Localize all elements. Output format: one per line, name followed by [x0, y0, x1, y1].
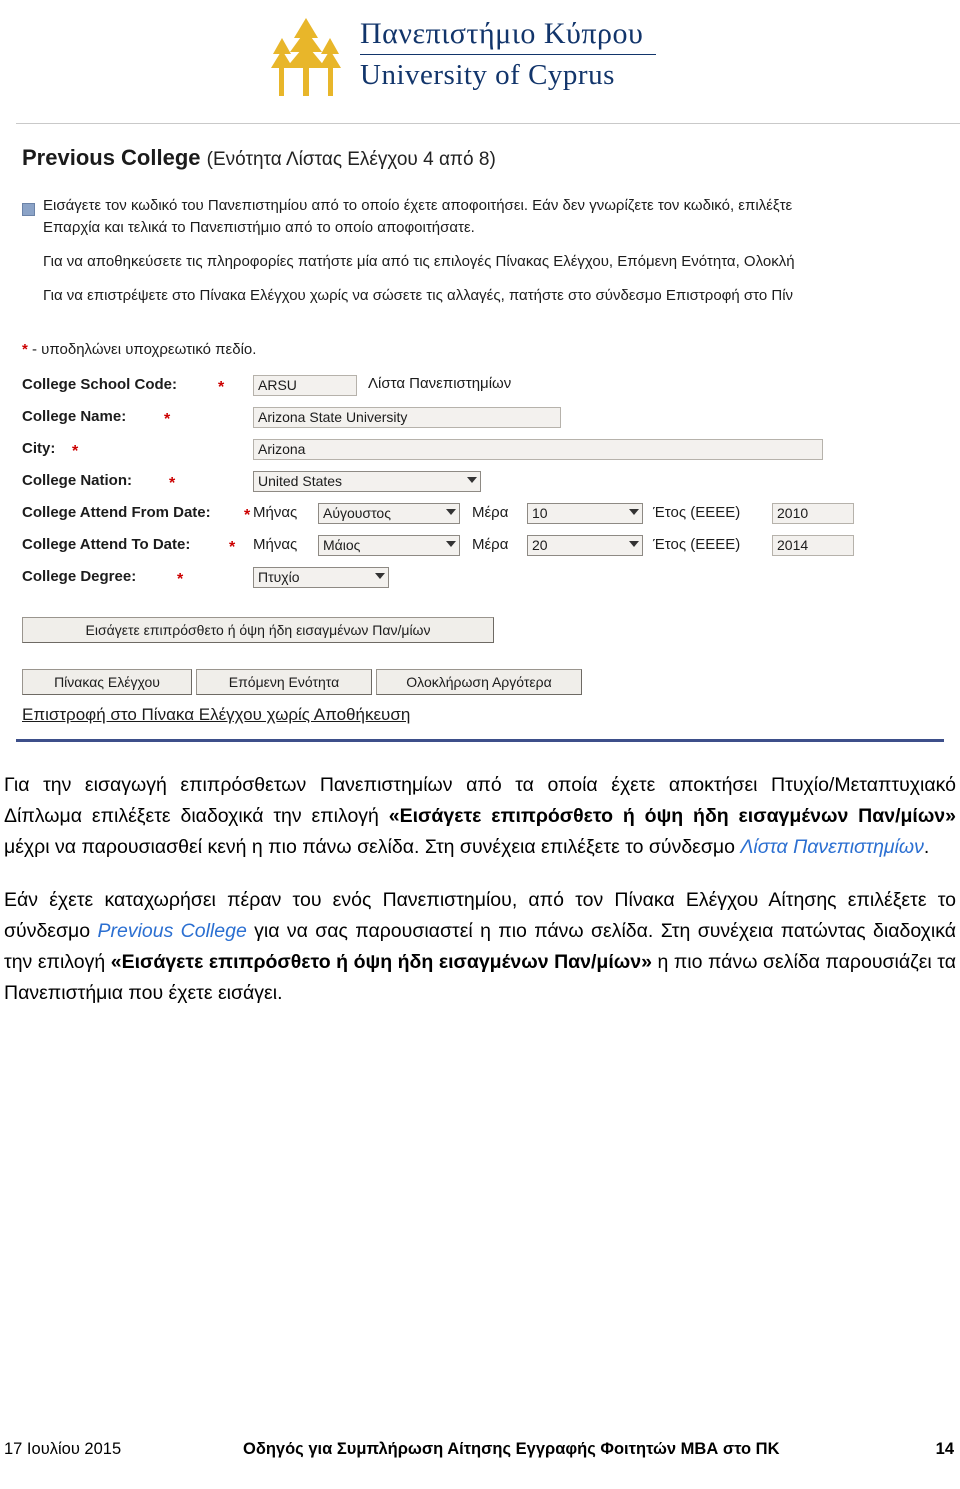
tree-logo-icon: [271, 18, 341, 96]
required-star-icon: *: [22, 341, 28, 358]
input-city[interactable]: Arizona: [253, 439, 823, 460]
page-title-main: Previous College: [22, 145, 201, 170]
select-from-day[interactable]: 10: [527, 503, 643, 524]
screenshot-bottom-divider: [16, 739, 944, 742]
required-star-college-nation: *: [169, 475, 176, 492]
return-without-saving-link[interactable]: Επιστροφή στο Πίνακα Ελέγχου χωρίς Αποθή…: [22, 705, 410, 725]
required-star-attend-to: *: [229, 539, 236, 556]
select-to-day-value: 20: [532, 537, 548, 553]
required-star-city: *: [72, 443, 79, 460]
chevron-down-icon: [446, 509, 456, 515]
chevron-down-icon: [629, 509, 639, 515]
dashboard-button[interactable]: Πίνακας Ελέγχου: [22, 669, 192, 695]
paragraph-1: Για την εισαγωγή επιπρόσθετων Πανεπιστημ…: [4, 770, 956, 863]
input-college-name[interactable]: Arizona State University: [253, 407, 561, 428]
add-more-colleges-button[interactable]: Εισάγετε επιπρόσθετο ή όψη ήδη εισαγμένω…: [22, 617, 494, 643]
select-degree-value: Πτυχίο: [258, 569, 300, 585]
university-logo: Πανεπιστήμιο Κύπρου University of Cyprus: [258, 8, 668, 108]
label-city: City:: [22, 440, 56, 457]
label-attend-to: College Attend To Date:: [22, 536, 191, 553]
select-from-day-value: 10: [532, 505, 548, 521]
instruction-line-2: Επαρχία και τελικά το Πανεπιστήμιο από τ…: [43, 219, 475, 236]
page-title: Previous College (Ενότητα Λίστας Ελέγχου…: [22, 145, 496, 171]
bullet-square-icon: [22, 203, 35, 216]
p2-link: Previous College: [97, 920, 247, 942]
embedded-screenshot: Previous College (Ενότητα Λίστας Ελέγχου…: [0, 123, 960, 748]
select-from-month[interactable]: Αύγουστος: [318, 503, 460, 524]
link-university-list[interactable]: Λίστα Πανεπιστημίων: [368, 375, 511, 392]
next-section-button[interactable]: Επόμενη Ενότητα: [196, 669, 372, 695]
label-college-name: College Name:: [22, 408, 127, 425]
label-college-nation: College Nation:: [22, 472, 133, 489]
finish-later-button[interactable]: Ολοκλήρωση Αργότερα: [376, 669, 582, 695]
label-from-month: Μήνας: [253, 504, 298, 521]
label-from-day: Μέρα: [472, 504, 509, 521]
required-field-note-text: - υποδηλώνει υποχρεωτικό πεδίο.: [32, 341, 257, 358]
required-star-degree: *: [177, 571, 184, 588]
label-from-year: Έτος (ΕΕΕΕ): [653, 504, 741, 521]
chevron-down-icon: [375, 573, 385, 579]
required-star-school-code: *: [218, 379, 225, 396]
instruction-line-1: Εισάγετε τον κωδικό του Πανεπιστημίου απ…: [43, 197, 793, 214]
instruction-line-4: Για να επιστρέψετε στο Πίνακα Ελέγχου χω…: [43, 287, 794, 304]
instruction-line-3: Για να αποθηκεύσετε τις πληροφορίες πατή…: [43, 253, 795, 270]
input-school-code[interactable]: ARSU: [253, 375, 357, 396]
required-star-college-name: *: [164, 411, 171, 428]
logo-title-english: University of Cyprus: [360, 59, 615, 91]
label-to-month: Μήνας: [253, 536, 298, 553]
select-degree[interactable]: Πτυχίο: [253, 567, 389, 588]
required-star-attend-from: *: [244, 507, 251, 524]
select-college-nation-value: United States: [258, 473, 343, 489]
label-to-year: Έτος (ΕΕΕΕ): [653, 536, 741, 553]
page-title-sub: (Ενότητα Λίστας Ελέγχου 4 από 8): [206, 149, 496, 170]
p1-part2: μέχρι να παρουσιασθεί κενή η πιο πάνω σε…: [4, 836, 741, 858]
label-degree: College Degree:: [22, 568, 137, 585]
select-from-month-value: Αύγουστος: [323, 505, 391, 521]
p1-end: .: [923, 836, 930, 858]
label-to-day: Μέρα: [472, 536, 509, 553]
select-to-month-value: Μάιος: [323, 537, 361, 553]
logo-divider: [360, 54, 656, 55]
required-field-note: * - υποδηλώνει υποχρεωτικό πεδίο.: [22, 341, 256, 358]
p1-bold: «Εισάγετε επιπρόσθετο ή όψη ήδη εισαγμέν…: [388, 805, 957, 827]
p2-bold: «Εισάγετε επιπρόσθετο ή όψη ήδη εισαγμέν…: [110, 951, 652, 973]
select-to-day[interactable]: 20: [527, 535, 643, 556]
logo-title-greek: Πανεπιστήμιο Κύπρου: [360, 17, 644, 50]
chevron-down-icon: [629, 541, 639, 547]
p1-link: Λίστα Πανεπιστημίων: [740, 836, 924, 858]
footer-title: Οδηγός για Συμπλήρωση Αίτησης Εγγραφής Φ…: [243, 1440, 780, 1458]
input-to-year[interactable]: 2014: [772, 535, 854, 556]
body-text: Για την εισαγωγή επιπρόσθετων Πανεπιστημ…: [4, 770, 956, 1009]
input-from-year[interactable]: 2010: [772, 503, 854, 524]
chevron-down-icon: [446, 541, 456, 547]
label-attend-from: College Attend From Date:: [22, 504, 211, 521]
select-college-nation[interactable]: United States: [253, 471, 481, 492]
footer-date: 17 Ιουλίου 2015: [4, 1440, 122, 1458]
select-to-month[interactable]: Μάιος: [318, 535, 460, 556]
paragraph-2: Εάν έχετε καταχωρήσει πέραν του ενός Παν…: [4, 885, 956, 1009]
label-school-code: College School Code:: [22, 376, 178, 393]
footer-page-number: 14: [935, 1440, 954, 1458]
screenshot-frame: [16, 123, 960, 743]
page-footer: 17 Ιουλίου 2015 Οδηγός για Συμπλήρωση Αί…: [0, 1440, 960, 1474]
chevron-down-icon: [467, 477, 477, 483]
